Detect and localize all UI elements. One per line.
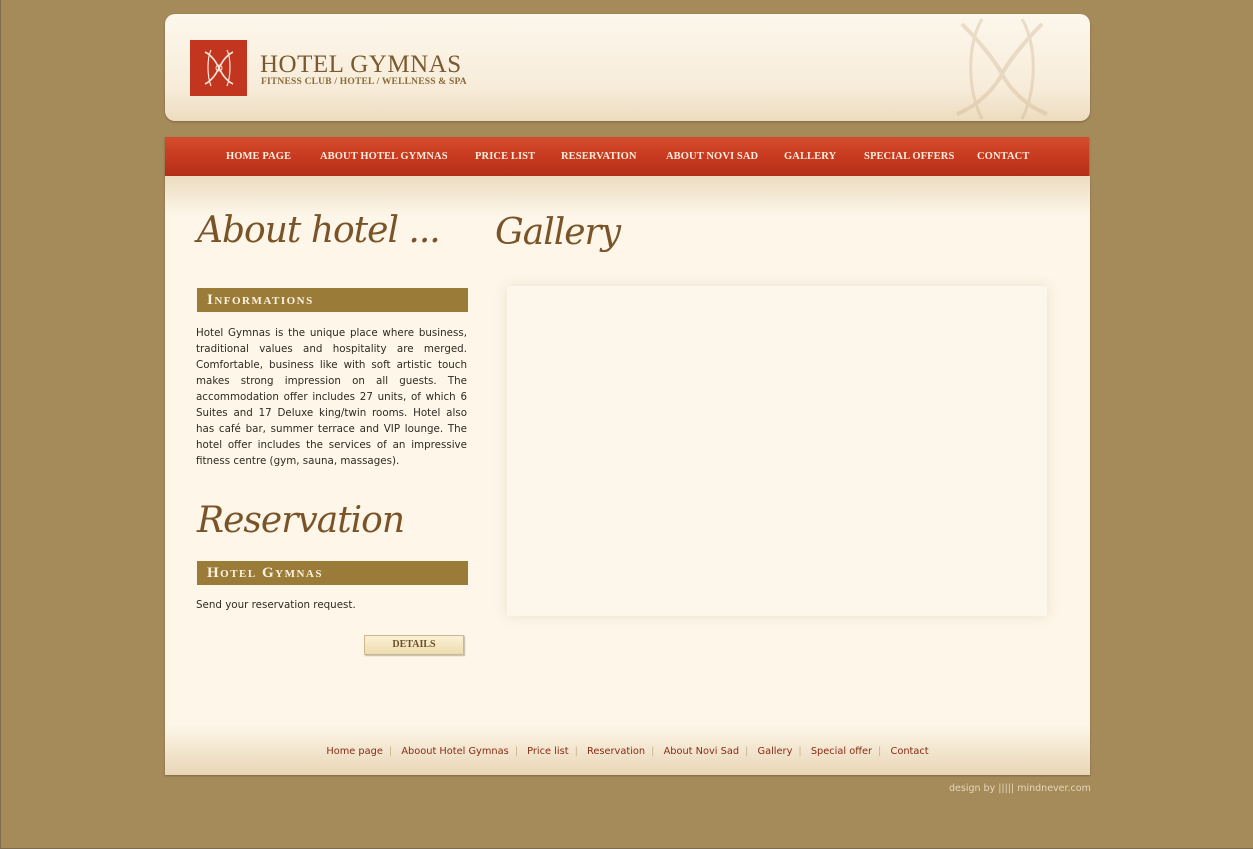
footer-link-gallery[interactable]: Gallery bbox=[757, 746, 792, 757]
footer-separator: | bbox=[574, 746, 578, 757]
footer-separator: | bbox=[878, 746, 882, 757]
informations-text: Hotel Gymnas is the unique place where b… bbox=[196, 327, 467, 467]
logo-title[interactable]: HOTEL GYMNAS bbox=[260, 52, 462, 78]
nav-contact[interactable]: CONTACT bbox=[977, 151, 1029, 162]
monogram-watermark-icon bbox=[956, 18, 1048, 120]
footer-link-contact[interactable]: Contact bbox=[890, 746, 928, 757]
footer-separator: | bbox=[651, 746, 655, 757]
nav-home-page[interactable]: HOME PAGE bbox=[226, 151, 291, 162]
nav-about-novi-sad[interactable]: ABOUT NOVI SAD bbox=[666, 151, 758, 162]
nav-special-offers[interactable]: SPECIAL OFFERS bbox=[864, 151, 954, 162]
reservation-text: Send your reservation request. bbox=[196, 599, 356, 611]
footer-link-price-list[interactable]: Price list bbox=[527, 746, 568, 757]
main-content: About hotel ... Informations Hotel Gymna… bbox=[165, 176, 1090, 775]
footer-link-reservation[interactable]: Reservation bbox=[587, 746, 645, 757]
gallery-area[interactable] bbox=[507, 286, 1047, 616]
footer-links: Home page | Aboout Hotel Gymnas | Price li… bbox=[165, 746, 1090, 757]
main-navigation: HOME PAGE ABOUT HOTEL GYMNAS PRICE LIST … bbox=[165, 137, 1089, 176]
informations-heading: Informations bbox=[197, 288, 468, 312]
footer-separator: | bbox=[798, 746, 802, 757]
logo-subtitle: FITNESS CLUB / HOTEL / WELLNESS & SPA bbox=[261, 77, 467, 87]
footer-link-about-hotel-gymnas[interactable]: Aboout Hotel Gymnas bbox=[401, 746, 508, 757]
reservation-heading: Hotel Gymnas bbox=[197, 561, 468, 585]
site-header: HOTEL GYMNAS FITNESS CLUB / HOTEL / WELL… bbox=[165, 14, 1090, 121]
nav-price-list[interactable]: PRICE LIST bbox=[475, 151, 535, 162]
footer-separator: | bbox=[514, 746, 519, 757]
details-button[interactable]: DETAILS bbox=[364, 635, 464, 655]
footer-link-home-page[interactable]: Home page bbox=[326, 746, 383, 757]
hotel-logo-icon[interactable] bbox=[190, 40, 247, 96]
monogram-icon bbox=[204, 49, 233, 87]
nav-gallery[interactable]: GALLERY bbox=[784, 151, 836, 162]
nav-about-hotel-gymnas[interactable]: ABOUT HOTEL GYMNAS bbox=[320, 151, 448, 162]
reservation-title: Reservation bbox=[197, 500, 405, 541]
footer-link-about-novi-sad[interactable]: About Novi Sad bbox=[664, 746, 739, 757]
footer-separator: | bbox=[388, 746, 393, 757]
about-hotel-title: About hotel ... bbox=[197, 210, 441, 251]
nav-reservation[interactable]: RESERVATION bbox=[561, 151, 637, 162]
design-credit[interactable]: design by ||||| mindnever.com bbox=[949, 783, 1091, 794]
footer-link-special-offer[interactable]: Special offer bbox=[811, 746, 872, 757]
footer-separator: | bbox=[745, 746, 749, 757]
gallery-title: Gallery bbox=[495, 212, 621, 253]
